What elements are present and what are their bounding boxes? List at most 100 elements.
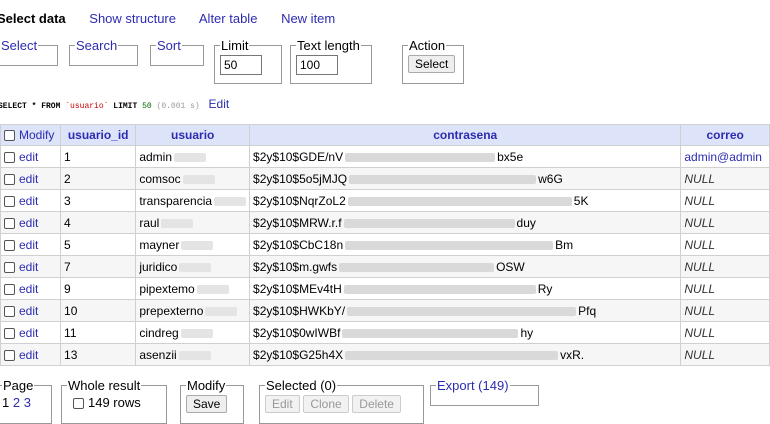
row-modify-cell: edit: [0, 299, 62, 322]
table-row: edit 10 prepexterno $2y$10$HWKbY/Pfq NULL: [0, 299, 770, 322]
rows-count: 149 rows: [88, 395, 141, 410]
row-edit-link[interactable]: edit: [19, 150, 38, 164]
redaction-blur: [343, 218, 515, 228]
redaction-blur: [347, 306, 577, 316]
whole-result-fieldset: Whole result 149 rows: [61, 378, 167, 424]
page-3[interactable]: 3: [24, 395, 31, 410]
save-button[interactable]: Save: [186, 395, 228, 413]
cell-usuario: pipextemo: [135, 277, 251, 300]
edit-selected-button[interactable]: Edit: [265, 395, 300, 413]
table-row: edit 9 pipextemo $2y$10$MEv4tH Ry NULL: [0, 277, 770, 300]
modify-fieldset: Modify Save: [180, 378, 244, 424]
row-checkbox[interactable]: [4, 327, 15, 339]
clone-button[interactable]: Clone: [303, 395, 349, 413]
cell-contrasena: $2y$10$MRW.r.f duy: [249, 211, 682, 234]
header-usuario-id[interactable]: usuario_id: [60, 124, 137, 146]
redaction-blur: [196, 284, 229, 294]
delete-button[interactable]: Delete: [352, 395, 401, 413]
row-checkbox[interactable]: [4, 173, 15, 185]
menu-show-structure[interactable]: Show structure: [89, 11, 176, 26]
row-edit-link[interactable]: edit: [19, 326, 38, 340]
page-2[interactable]: 2: [13, 395, 20, 410]
sql-edit-link[interactable]: Edit: [209, 97, 230, 111]
redaction-blur: [347, 196, 572, 206]
cell-usuario-id: 1: [60, 145, 137, 168]
page-fieldset: Page 1 2 3: [0, 378, 52, 424]
row-edit-link[interactable]: edit: [19, 216, 38, 230]
row-checkbox[interactable]: [4, 217, 15, 229]
row-edit-link[interactable]: edit: [19, 304, 38, 318]
whole-result-legend: Whole result: [68, 378, 141, 393]
cell-usuario-id: 5: [60, 233, 137, 256]
cell-usuario: asenzii: [135, 343, 251, 366]
row-edit-link[interactable]: edit: [19, 194, 38, 208]
row-edit-link[interactable]: edit: [19, 348, 38, 362]
row-checkbox[interactable]: [4, 261, 15, 273]
cell-correo: NULL: [680, 277, 770, 300]
table-row: edit 4 raul $2y$10$MRW.r.f duy NULL: [0, 211, 770, 234]
cell-usuario-id: 2: [60, 167, 137, 190]
modify-legend: Modify: [187, 378, 226, 393]
cell-contrasena: $2y$10$NqrZoL2 5K: [249, 189, 682, 212]
cell-usuario: mayner: [135, 233, 251, 256]
header-usuario[interactable]: usuario: [135, 124, 251, 146]
cell-correo: NULL: [680, 299, 770, 322]
row-checkbox[interactable]: [4, 349, 15, 361]
text-length-input[interactable]: [296, 55, 338, 75]
header-correo[interactable]: correo: [680, 124, 770, 146]
cell-contrasena: $2y$10$5o5jMJQ w6G: [249, 167, 682, 190]
row-checkbox[interactable]: [4, 195, 15, 207]
table-row: edit 13 asenzii $2y$10$G25h4X vxR. NULL: [0, 343, 770, 366]
cell-correo: NULL: [680, 343, 770, 366]
search-legend[interactable]: Search: [75, 38, 118, 53]
whole-result-checkbox[interactable]: [73, 398, 84, 410]
select-legend[interactable]: Select: [0, 38, 38, 53]
sort-fieldset[interactable]: Sort: [150, 38, 204, 66]
cell-usuario-id: 3: [60, 189, 137, 212]
cell-correo: NULL: [680, 321, 770, 344]
table-row: edit 11 cindreg $2y$10$0wIWBf hy NULL: [0, 321, 770, 344]
row-modify-cell: edit: [0, 189, 62, 212]
cell-correo: NULL: [680, 189, 770, 212]
redaction-blur: [182, 174, 215, 184]
sql-limit-keyword: LIMIT: [113, 102, 138, 111]
cell-contrasena: $2y$10$MEv4tH Ry: [249, 277, 682, 300]
sql-limit-value: 50: [142, 102, 152, 111]
row-checkbox[interactable]: [4, 151, 15, 163]
redaction-blur: [174, 152, 207, 162]
search-fieldset[interactable]: Search: [69, 38, 138, 66]
redaction-blur: [205, 306, 238, 316]
export-legend[interactable]: Export (149): [436, 378, 510, 393]
cell-usuario: transparencia: [135, 189, 251, 212]
menu-alter-table[interactable]: Alter table: [199, 11, 258, 26]
select-fieldset[interactable]: Select: [0, 38, 58, 66]
row-modify-cell: edit: [0, 343, 62, 366]
cell-correo: admin@admin: [680, 145, 770, 168]
row-edit-link[interactable]: edit: [19, 282, 38, 296]
menu-new-item[interactable]: New item: [281, 11, 335, 26]
row-checkbox[interactable]: [4, 239, 15, 251]
limit-input[interactable]: [220, 55, 262, 75]
row-modify-cell: edit: [0, 277, 62, 300]
sort-legend[interactable]: Sort: [156, 38, 182, 53]
row-checkbox[interactable]: [4, 305, 15, 317]
select-all-checkbox[interactable]: [4, 130, 15, 142]
header-contrasena[interactable]: contrasena: [249, 124, 682, 146]
row-edit-link[interactable]: edit: [19, 238, 38, 252]
cell-usuario: cindreg: [135, 321, 251, 344]
row-edit-link[interactable]: edit: [19, 172, 38, 186]
table-row: edit 7 juridico $2y$10$m.gwfs OSW NULL: [0, 255, 770, 278]
redaction-blur: [343, 284, 536, 294]
selected-legend: Selected (0): [266, 378, 337, 393]
cell-usuario-id: 10: [60, 299, 137, 322]
row-edit-link[interactable]: edit: [19, 260, 38, 274]
select-button[interactable]: Select: [408, 55, 456, 73]
text-length-legend: Text length: [297, 38, 360, 53]
row-modify-cell: edit: [0, 255, 62, 278]
text-length-fieldset: Text length: [290, 38, 372, 84]
row-checkbox[interactable]: [4, 283, 15, 295]
export-fieldset[interactable]: Export (149): [430, 378, 539, 406]
cell-usuario: admin: [135, 145, 251, 168]
table-fade: [0, 368, 770, 378]
redaction-blur: [179, 262, 212, 272]
